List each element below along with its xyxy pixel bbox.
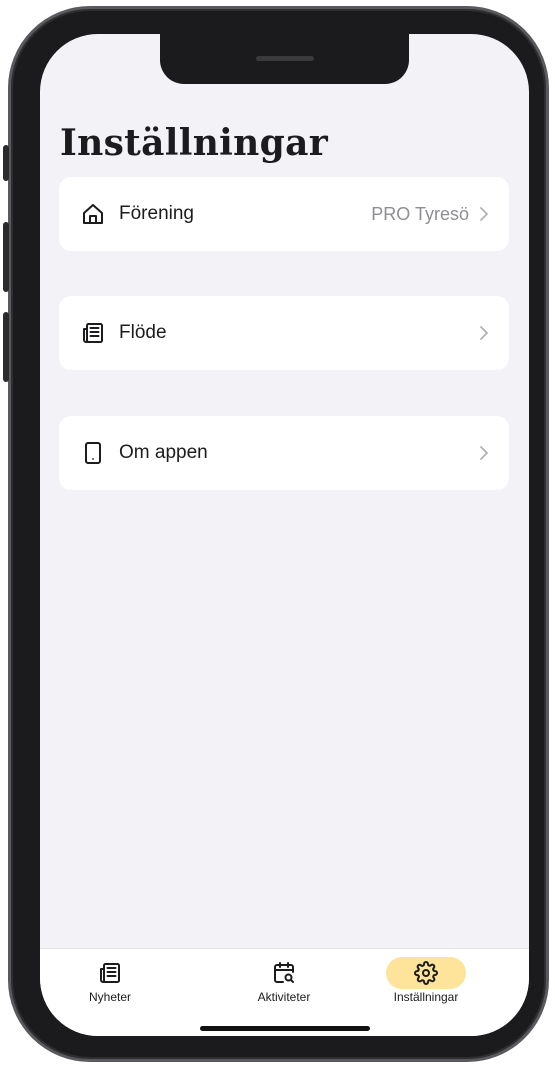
house-icon [81,202,105,226]
home-indicator [200,1026,370,1031]
notch [160,34,409,84]
tab-label: Inställningar [393,990,459,1004]
speaker-grille [256,56,314,61]
page-title: Inställningar [60,122,328,164]
volume-up-button [3,222,9,292]
chevron-right-icon [479,206,489,222]
phone-device-icon [81,441,105,465]
newspaper-icon [81,321,105,345]
settings-row-label: Om appen [119,442,208,463]
settings-row-flode[interactable]: Flöde [59,296,509,370]
settings-row-value: PRO Tyresö [371,203,469,224]
settings-row-forening[interactable]: Förening PRO Tyresö [59,177,509,251]
volume-down-button [3,312,9,382]
newspaper-icon [70,957,150,989]
mute-switch [3,145,9,181]
settings-row-label: Flöde [119,322,167,343]
tab-label: Aktiviteter [257,990,311,1004]
settings-row-om-appen[interactable]: Om appen [59,416,509,490]
tab-bar: Nyheter Aktiviteter Inställningar [40,948,529,1036]
chevron-right-icon [479,445,489,461]
tab-label: Nyheter [88,990,132,1004]
chevron-right-icon [479,325,489,341]
tab-nyheter[interactable]: Nyheter [55,957,165,1004]
settings-row-label: Förening [119,203,194,224]
gear-icon [386,957,466,989]
app-screen: Inställningar Förening PRO Tyresö Flöde [40,34,529,1036]
tab-aktiviteter[interactable]: Aktiviteter [229,957,339,1004]
calendar-search-icon [244,957,324,989]
tab-installningar[interactable]: Inställningar [371,957,481,1004]
